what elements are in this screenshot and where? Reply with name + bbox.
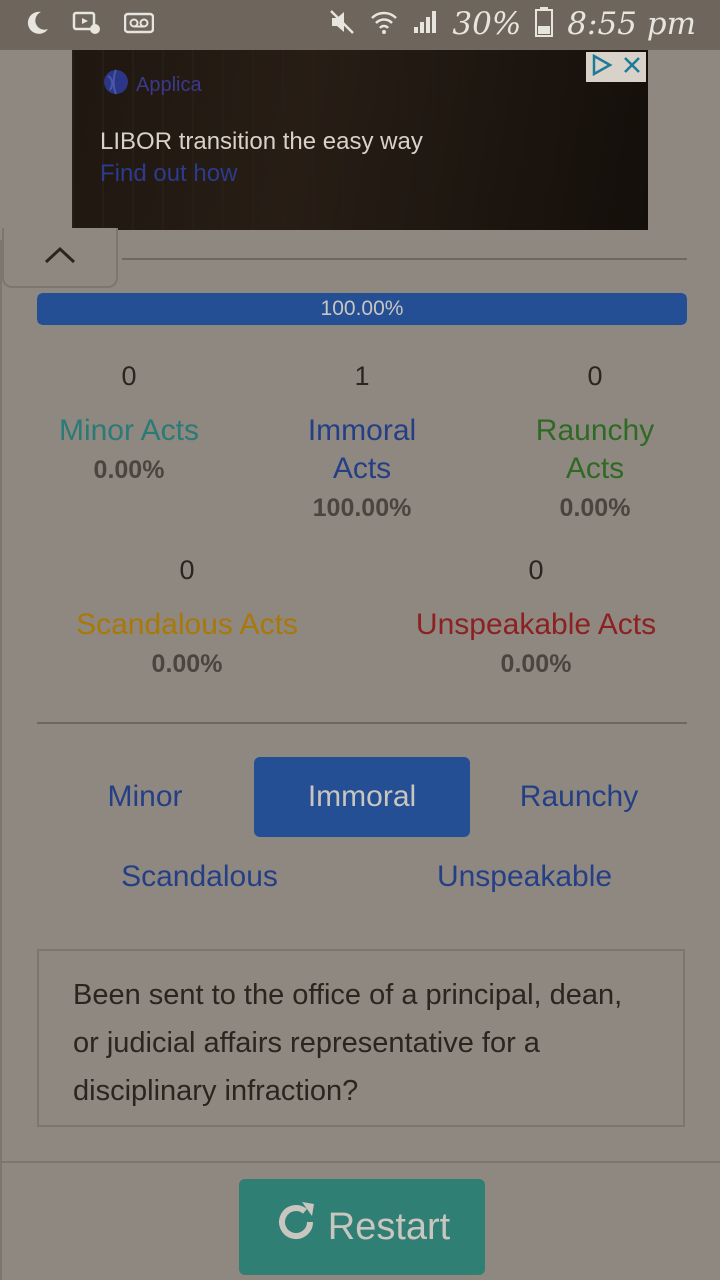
ad-close-controls[interactable]: [586, 52, 646, 82]
category-button-raunchy[interactable]: Raunchy: [471, 757, 687, 837]
stat-percent: 100.00%: [312, 494, 412, 522]
progress-bar: 100.00%: [37, 293, 687, 325]
battery-percent: 30%: [452, 6, 522, 42]
clock: 8:55 pm: [567, 6, 696, 42]
ad-link[interactable]: Find out how: [100, 160, 237, 188]
moon-icon: [24, 10, 50, 41]
stat-count: 0: [528, 555, 544, 585]
adchoices-icon[interactable]: [591, 53, 613, 81]
stat-label: Unspeakable Acts: [415, 608, 657, 641]
globe-icon: [102, 68, 130, 102]
stat-count: 0: [587, 361, 603, 391]
battery-icon: [535, 6, 554, 42]
stat-label: Scandalous Acts: [76, 608, 298, 641]
close-icon[interactable]: [622, 55, 642, 80]
status-bar: 30% 8:55 pm: [0, 0, 720, 50]
ad-banner[interactable]: Applica LIBOR transition the easy way Fi…: [72, 50, 648, 230]
stat-percent: 0.00%: [151, 650, 223, 678]
top-divider: [122, 258, 687, 260]
chevron-up-icon[interactable]: [43, 245, 77, 270]
mute-icon: [328, 8, 356, 41]
bottom-divider: [2, 1161, 720, 1163]
stat-percent: 0.00%: [559, 494, 631, 522]
stats-divider: [37, 722, 687, 724]
voicemail-icon: [123, 12, 155, 39]
category-button-minor[interactable]: Minor: [37, 757, 253, 837]
collapse-button[interactable]: [2, 228, 118, 288]
ad-brand-name: Applica: [136, 73, 202, 96]
stat-raunchy: 0 Raunchy Acts 0.00%: [480, 358, 710, 523]
stat-count: 1: [354, 361, 370, 391]
quiz-card: 100.00% 0 Minor Acts 0.00% 1 Immoral Act…: [0, 228, 720, 1280]
stat-percent: 0.00%: [500, 650, 572, 678]
signal-icon: [412, 9, 438, 40]
stat-count: 0: [179, 555, 195, 585]
progress-label: 100.00%: [320, 297, 404, 320]
question-text: Been sent to the office of a principal, …: [37, 949, 685, 1127]
stat-label: Minor Acts: [58, 414, 200, 447]
stat-minor: 0 Minor Acts 0.00%: [14, 358, 244, 485]
wifi-icon: [370, 8, 398, 41]
stat-percent: 0.00%: [93, 456, 165, 484]
media-icon: [72, 10, 102, 41]
restart-button[interactable]: Restart: [239, 1179, 485, 1275]
restart-label: Restart: [327, 1205, 451, 1248]
stat-unspeakable: 0 Unspeakable Acts 0.00%: [386, 552, 686, 679]
stat-label: Immoral Acts: [307, 414, 417, 485]
stat-count: 0: [121, 361, 137, 391]
stat-label: Raunchy Acts: [535, 414, 655, 485]
stat-scandalous: 0 Scandalous Acts 0.00%: [37, 552, 337, 679]
stat-immoral: 1 Immoral Acts 100.00%: [247, 358, 477, 523]
ad-title[interactable]: LIBOR transition the easy way: [100, 128, 423, 156]
category-button-unspeakable[interactable]: Unspeakable: [362, 837, 687, 917]
redo-icon: [274, 1200, 318, 1254]
category-button-immoral[interactable]: Immoral: [254, 757, 470, 837]
ad-brand: Applica: [102, 68, 202, 102]
category-button-scandalous[interactable]: Scandalous: [37, 837, 362, 917]
